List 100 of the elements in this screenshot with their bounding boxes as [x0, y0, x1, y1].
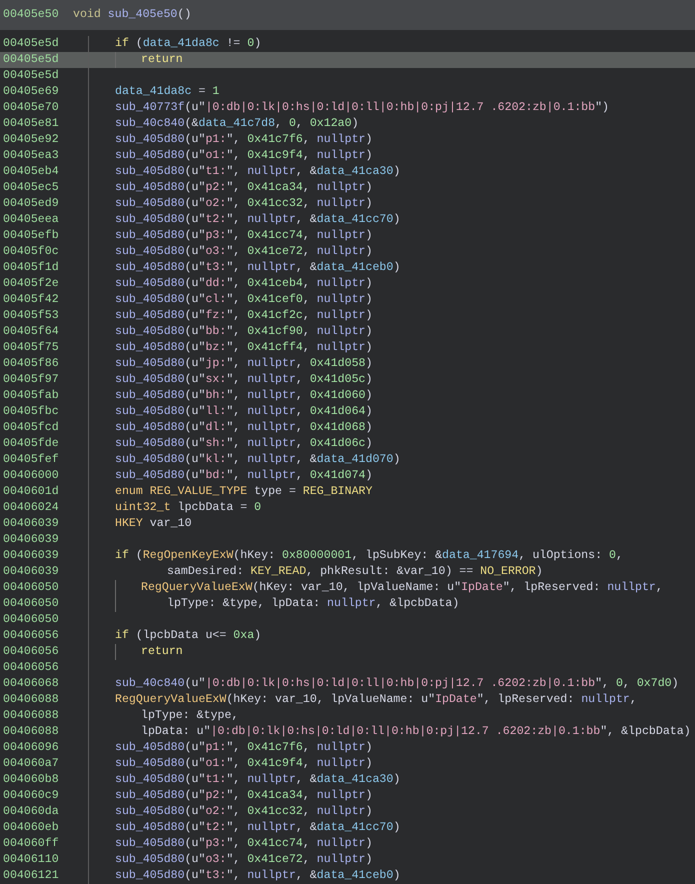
- line-address: 00405eea: [2, 212, 60, 228]
- code-line: if (lpcbData u<= 0xa): [115, 628, 262, 644]
- code-line: sub_405d80(u"o2:", 0x41cc32, nullptr): [115, 196, 372, 212]
- line-address: 00405ea3: [2, 148, 60, 164]
- code-line: sub_405d80(u"bb:", 0x41cf90, nullptr): [115, 324, 372, 340]
- line-address: 00405ec5: [2, 180, 60, 196]
- line-address: 00405fde: [2, 436, 60, 452]
- code-line: sub_405d80(u"dd:", 0x41ceb4, nullptr): [115, 276, 372, 292]
- code-line: sub_405d80(u"sx:", nullptr, 0x41d05c): [115, 372, 372, 388]
- function-address: 00405e50: [2, 7, 60, 23]
- line-address: 00405fcd: [2, 420, 60, 436]
- code-line: sub_405d80(u"o1:", 0x41c9f4, nullptr): [115, 148, 372, 164]
- code-line: lpType: &type, lpData: nullptr, &lpcbData): [167, 596, 460, 612]
- code-line: sub_40c840(u"|0:db|0:lk|0:hs|0:ld|0:ll|0:hb|0:pj|12.7 .6202:zb|0.1:bb", 0, 0x7d0): [115, 676, 679, 692]
- line-address: 00406039: [2, 564, 60, 580]
- code-line: sub_405d80(u"t1:", nullptr, &data_41ca30): [115, 772, 400, 788]
- code-line: HKEY var_10: [115, 516, 192, 532]
- line-address: 00406050: [2, 580, 60, 596]
- code-line: sub_405d80(u"bh:", nullptr, 0x41d060): [115, 388, 372, 404]
- code-line: sub_405d80(u"fz:", 0x41cf2c, nullptr): [115, 308, 372, 324]
- line-address: 004060b8: [2, 772, 60, 788]
- code-line: sub_405d80(u"t1:", nullptr, &data_41ca30): [115, 164, 400, 180]
- code-line: sub_405d80(u"p1:", 0x41c7f6, nullptr): [115, 740, 372, 756]
- code-line: sub_405d80(u"p2:", 0x41ca34, nullptr): [115, 788, 372, 804]
- line-address: 00405e70: [2, 100, 60, 116]
- line-address: 00405e5d: [2, 68, 60, 84]
- line-address: 00405f64: [2, 324, 60, 340]
- code-line: sub_405d80(u"o3:", 0x41ce72, nullptr): [115, 852, 372, 868]
- line-address: 00405ed9: [2, 196, 60, 212]
- code-line: lpData: u"|0:db|0:lk|0:hs|0:ld|0:ll|0:hb|0:pj|12.7 .6202:zb|0.1:bb", &lpcbData): [141, 724, 691, 740]
- line-address: 00406000: [2, 468, 60, 484]
- code-line: sub_405d80(u"dl:", nullptr, 0x41d068): [115, 420, 372, 436]
- code-line: sub_405d80(u"p2:", 0x41ca34, nullptr): [115, 180, 372, 196]
- line-address: 00406039: [2, 532, 60, 548]
- code-line: sub_405d80(u"jp:", nullptr, 0x41d058): [115, 356, 372, 372]
- code-line: sub_405d80(u"cl:", 0x41cef0, nullptr): [115, 292, 372, 308]
- code-line: samDesired: KEY_READ, phkResult: &var_10) == NO_ERROR): [167, 564, 543, 580]
- code-line: sub_405d80(u"t3:", nullptr, &data_41ceb0): [115, 260, 400, 276]
- code-line: sub_405d80(u"o3:", 0x41ce72, nullptr): [115, 244, 372, 260]
- code-line: sub_405d80(u"o1:", 0x41c9f4, nullptr): [115, 756, 372, 772]
- code-line: uint32_t lpcbData = 0: [115, 500, 262, 516]
- code-line: sub_405d80(u"o2:", 0x41cc32, nullptr): [115, 804, 372, 820]
- line-address: 00405e92: [2, 132, 60, 148]
- code-line: data_41da8c = 1: [115, 84, 220, 100]
- line-address: 00406024: [2, 500, 60, 516]
- code-line: return: [141, 644, 183, 660]
- line-address: 00405f86: [2, 356, 60, 372]
- line-address: 00405fbc: [2, 404, 60, 420]
- code-line: sub_405d80(u"p1:", 0x41c7f6, nullptr): [115, 132, 372, 148]
- code-line: lpType: &type,: [141, 708, 238, 724]
- code-line: if (RegOpenKeyExW(hKey: 0x80000001, lpSubKey: &data_417694, ulOptions: 0,: [115, 548, 623, 564]
- code-line: sub_405d80(u"sh:", nullptr, 0x41d06c): [115, 436, 372, 452]
- line-address: 00406088: [2, 724, 60, 740]
- line-address: 00405fab: [2, 388, 60, 404]
- code-line: sub_405d80(u"bz:", 0x41cff4, nullptr): [115, 340, 372, 356]
- line-address: 00406088: [2, 692, 60, 708]
- code-line: if (data_41da8c != 0): [115, 36, 262, 52]
- line-address: 00406050: [2, 596, 60, 612]
- line-address: 004060da: [2, 804, 60, 820]
- line-address: 00406050: [2, 612, 60, 628]
- code-line: sub_405d80(u"kl:", nullptr, &data_41d070): [115, 452, 400, 468]
- line-address: 00405e69: [2, 84, 60, 100]
- code-line: sub_405d80(u"t2:", nullptr, &data_41cc70): [115, 820, 400, 836]
- code-line: sub_405d80(u"p3:", 0x41cc74, nullptr): [115, 228, 372, 244]
- line-address: 00406056: [2, 644, 60, 660]
- line-address: 00406110: [2, 852, 60, 868]
- code-line: sub_405d80(u"p3:", 0x41cc74, nullptr): [115, 836, 372, 852]
- code-line: RegQueryValueExW(hKey: var_10, lpValueName: u"IpDate", lpReserved: nullptr,: [141, 580, 663, 596]
- code-line: sub_405d80(u"ll:", nullptr, 0x41d064): [115, 404, 372, 420]
- line-address: 00405f97: [2, 372, 60, 388]
- line-address: 00405f1d: [2, 260, 60, 276]
- code-line: return: [141, 52, 183, 68]
- line-address: 004060c9: [2, 788, 60, 804]
- line-address: 00405e81: [2, 116, 60, 132]
- function-signature: void sub_405e50(): [73, 7, 192, 23]
- code-line: RegQueryValueExW(hKey: var_10, lpValueName: u"IpDate", lpReserved: nullptr,: [115, 692, 637, 708]
- line-address: 004060a7: [2, 756, 60, 772]
- line-address: 00406056: [2, 628, 60, 644]
- line-address: 00406039: [2, 548, 60, 564]
- code-line: sub_405d80(u"bd:", nullptr, 0x41d074): [115, 468, 372, 484]
- line-address: 00406068: [2, 676, 60, 692]
- code-line: sub_40c840(&data_41c7d8, 0, 0x12a0): [115, 116, 359, 132]
- code-line: sub_40773f(u"|0:db|0:lk|0:hs|0:ld|0:ll|0:hb|0:pj|12.7 .6202:zb|0.1:bb"): [115, 100, 609, 116]
- line-address: 00405eb4: [2, 164, 60, 180]
- line-address: 00406096: [2, 740, 60, 756]
- line-address: 004060ff: [2, 836, 60, 852]
- line-address: 00406056: [2, 660, 60, 676]
- line-address: 00406039: [2, 516, 60, 532]
- line-address: 00405f42: [2, 292, 60, 308]
- line-address: 00405e5d: [2, 36, 60, 52]
- code-line: sub_405d80(u"t3:", nullptr, &data_41ceb0): [115, 868, 400, 884]
- line-address: 00406088: [2, 708, 60, 724]
- code-line: enum REG_VALUE_TYPE type = REG_BINARY: [115, 484, 372, 500]
- line-address: 00405fef: [2, 452, 60, 468]
- line-address: 0040601d: [2, 484, 60, 500]
- line-address: 00406121: [2, 868, 60, 884]
- line-address: 004060eb: [2, 820, 60, 836]
- code-line: sub_405d80(u"t2:", nullptr, &data_41cc70): [115, 212, 400, 228]
- line-address: 00405efb: [2, 228, 60, 244]
- line-address: 00405f53: [2, 308, 60, 324]
